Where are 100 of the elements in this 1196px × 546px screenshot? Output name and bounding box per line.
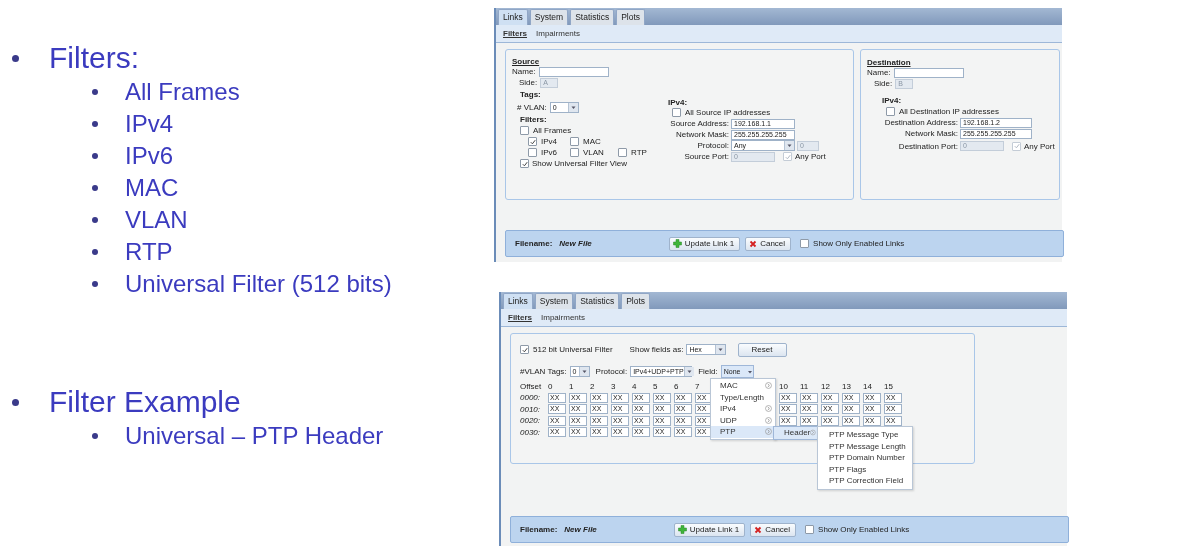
menu-item[interactable]: Header bbox=[774, 427, 819, 439]
subtab[interactable]: Filters bbox=[508, 313, 532, 322]
caret-icon bbox=[746, 368, 753, 375]
submenu-arrow-icon bbox=[765, 382, 772, 390]
subtab[interactable]: Impairments bbox=[541, 313, 586, 322]
checkbox[interactable] bbox=[570, 148, 579, 157]
filename-label: Filename: bbox=[520, 525, 558, 534]
field-label: Source Address: bbox=[669, 119, 729, 128]
menu-item[interactable]: Type/Length bbox=[711, 391, 775, 403]
submenu-arrow-icon bbox=[765, 428, 772, 436]
field-label: Source Port: bbox=[683, 152, 729, 161]
checkbox[interactable] bbox=[520, 345, 529, 354]
section-heading: Destination bbox=[867, 58, 912, 67]
menu-item[interactable]: PTP Flags bbox=[818, 463, 912, 475]
column-header: 10 bbox=[779, 382, 789, 391]
ipv4-heading: IPv4: bbox=[882, 96, 902, 105]
menu-item[interactable]: MAC bbox=[711, 380, 775, 392]
checkbox[interactable] bbox=[520, 126, 529, 135]
checkbox-label: All Destination IP addresses bbox=[899, 107, 999, 116]
menu-item[interactable]: PTP Message Type bbox=[818, 429, 912, 441]
bullet-icon bbox=[92, 89, 98, 95]
checkbox-label: RTP bbox=[631, 148, 647, 157]
column-header: 14 bbox=[863, 382, 873, 391]
column-header: Offset bbox=[520, 382, 543, 391]
bullet-text: IPv4 bbox=[125, 110, 174, 138]
update-button[interactable]: Update Link 1 bbox=[673, 522, 746, 537]
tab[interactable]: Links bbox=[503, 293, 533, 309]
bullet-text: Universal – PTP Header bbox=[125, 422, 384, 450]
bullet-text: Filter Example bbox=[49, 385, 241, 419]
menu-item[interactable]: UDP bbox=[711, 414, 775, 426]
bullet-icon bbox=[12, 398, 19, 406]
checkbox-label: Any Port bbox=[795, 152, 826, 161]
reset-button[interactable]: Reset bbox=[738, 342, 788, 357]
bullet-text: VLAN bbox=[125, 206, 188, 234]
tab[interactable]: System bbox=[529, 9, 569, 25]
field-label: Protocol: bbox=[595, 367, 628, 376]
menu-item[interactable]: PTP Message Length bbox=[818, 440, 912, 452]
field-label: Network Mask: bbox=[904, 129, 958, 138]
tags-heading: Tags: bbox=[520, 89, 541, 99]
tab[interactable]: Links bbox=[498, 9, 528, 25]
tab[interactable]: System bbox=[534, 293, 574, 309]
column-header: 1 bbox=[569, 382, 575, 391]
submenu-arrow-icon bbox=[765, 416, 772, 424]
caret-icon bbox=[567, 102, 578, 112]
checkbox[interactable] bbox=[886, 107, 895, 116]
column-header: 0 bbox=[548, 382, 554, 391]
menu-item[interactable]: PTP Correction Field bbox=[818, 475, 912, 487]
column-header: 5 bbox=[653, 382, 659, 391]
checkbox[interactable] bbox=[528, 137, 537, 146]
checkbox[interactable] bbox=[528, 148, 537, 157]
checkbox[interactable] bbox=[618, 148, 627, 157]
plus-icon bbox=[672, 239, 682, 248]
subtab[interactable]: Impairments bbox=[536, 29, 581, 38]
bullet-icon bbox=[92, 153, 98, 159]
checkbox-label: All Frames bbox=[533, 126, 572, 135]
name-field[interactable] bbox=[893, 67, 964, 78]
offset-label: 0020: bbox=[520, 416, 542, 425]
cancel-button[interactable]: Cancel bbox=[745, 236, 792, 251]
bullet-icon bbox=[92, 281, 98, 287]
checkbox[interactable] bbox=[800, 239, 810, 248]
checkbox[interactable] bbox=[570, 137, 579, 146]
field-label: # VLAN: bbox=[517, 102, 547, 112]
checkbox[interactable] bbox=[805, 525, 815, 534]
checkbox-label: VLAN bbox=[583, 148, 604, 157]
field-label: Side: bbox=[519, 78, 538, 87]
column-header: 3 bbox=[611, 382, 617, 391]
field-label: Destination Port: bbox=[897, 141, 958, 151]
field-label: Name: bbox=[512, 67, 536, 76]
close-icon bbox=[754, 525, 763, 534]
section-heading: Source bbox=[512, 57, 541, 66]
checkbox[interactable] bbox=[672, 108, 681, 117]
menu-item[interactable]: IPv4 bbox=[711, 403, 775, 415]
submenu-arrow-icon bbox=[765, 405, 772, 413]
cancel-button[interactable]: Cancel bbox=[750, 522, 797, 537]
column-header: 12 bbox=[821, 382, 831, 391]
bullet-icon bbox=[12, 54, 19, 62]
bullet-icon bbox=[92, 217, 98, 223]
update-button[interactable]: Update Link 1 bbox=[668, 236, 741, 251]
checkbox-label: Show Universal Filter View bbox=[532, 159, 627, 168]
tab[interactable]: Statistics bbox=[575, 293, 620, 309]
checkbox-label: MAC bbox=[583, 137, 601, 146]
checkbox-label: Show Only Enabled Links bbox=[818, 525, 910, 534]
checkbox[interactable] bbox=[520, 159, 529, 168]
bullet-icon bbox=[92, 249, 98, 255]
close-icon bbox=[749, 239, 758, 248]
column-header: 15 bbox=[884, 382, 894, 391]
tab[interactable]: Plots bbox=[621, 293, 651, 309]
tab[interactable]: Plots bbox=[616, 9, 646, 25]
name-field[interactable] bbox=[538, 66, 609, 77]
ipv4-heading: IPv4: bbox=[668, 98, 689, 107]
menu-item[interactable]: PTP bbox=[711, 426, 775, 438]
menu-item[interactable]: PTP Domain Number bbox=[818, 452, 912, 464]
column-header: 7 bbox=[695, 382, 701, 391]
subtab[interactable]: Filters bbox=[503, 29, 527, 38]
field-label: Field: bbox=[698, 367, 718, 376]
bullet-text: RTP bbox=[125, 238, 173, 266]
tab[interactable]: Statistics bbox=[570, 9, 615, 25]
submenu-arrow-icon bbox=[810, 429, 816, 437]
caret-icon bbox=[683, 367, 694, 376]
filename-label: Filename: bbox=[515, 239, 553, 248]
